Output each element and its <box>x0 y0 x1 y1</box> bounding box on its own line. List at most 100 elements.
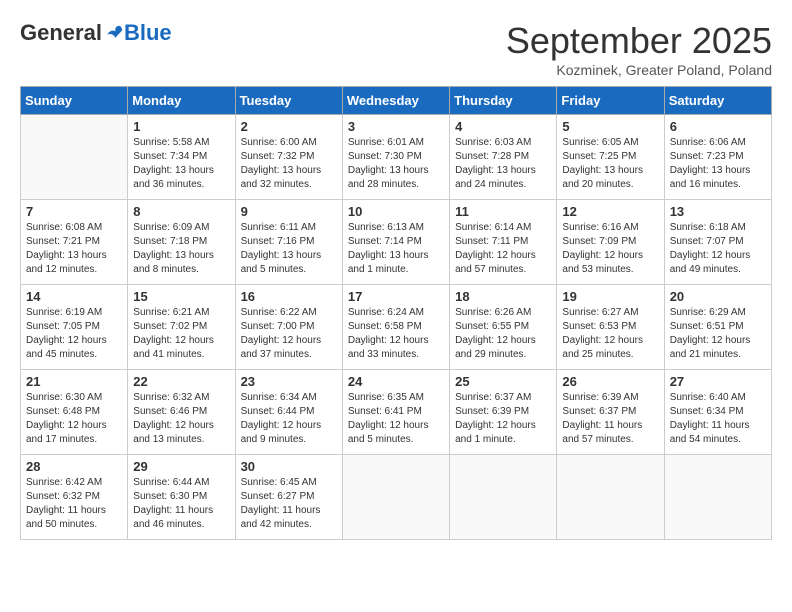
day-number: 1 <box>133 119 229 134</box>
day-number: 16 <box>241 289 337 304</box>
calendar-day-cell: 27 Sunrise: 6:40 AMSunset: 6:34 PMDayligh… <box>664 370 771 455</box>
day-number: 19 <box>562 289 658 304</box>
calendar-day-cell: 17 Sunrise: 6:24 AMSunset: 6:58 PMDayligh… <box>342 285 449 370</box>
calendar-day-cell: 7 Sunrise: 6:08 AMSunset: 7:21 PMDaylight… <box>21 200 128 285</box>
day-info: Sunrise: 6:13 AMSunset: 7:14 PMDaylight:… <box>348 221 444 277</box>
day-info: Sunrise: 6:30 AMSunset: 6:48 PMDaylight:… <box>26 391 122 447</box>
day-info: Sunrise: 6:18 AMSunset: 7:07 PMDaylight:… <box>670 221 766 277</box>
calendar-day-cell: 16Sunrise: 6:22 AMSunset: 7:00 PMDayligh… <box>235 285 342 370</box>
calendar-week-row: 21 Sunrise: 6:30 AMSunset: 6:48 PMDayligh… <box>21 370 772 455</box>
day-number: 21 <box>26 374 122 389</box>
calendar-day-cell: 24 Sunrise: 6:35 AMSunset: 6:41 PMDayligh… <box>342 370 449 455</box>
calendar-day-cell: 14 Sunrise: 6:19 AMSunset: 7:05 PMDayligh… <box>21 285 128 370</box>
day-info: Sunrise: 6:32 AMSunset: 6:46 PMDaylight:… <box>133 391 229 447</box>
calendar-day-cell: 19 Sunrise: 6:27 AMSunset: 6:53 PMDayligh… <box>557 285 664 370</box>
day-info: Sunrise: 6:03 AMSunset: 7:28 PMDaylight:… <box>455 136 551 192</box>
day-of-week-header: Saturday <box>664 87 771 115</box>
day-number: 18 <box>455 289 551 304</box>
calendar-day-cell: 13Sunrise: 6:18 AMSunset: 7:07 PMDayligh… <box>664 200 771 285</box>
day-number: 9 <box>241 204 337 219</box>
calendar-day-cell: 18 Sunrise: 6:26 AMSunset: 6:55 PMDayligh… <box>450 285 557 370</box>
day-of-week-header: Thursday <box>450 87 557 115</box>
day-number: 25 <box>455 374 551 389</box>
day-info: Sunrise: 6:01 AMSunset: 7:30 PMDaylight:… <box>348 136 444 192</box>
day-of-week-header: Friday <box>557 87 664 115</box>
calendar-header-row: SundayMondayTuesdayWednesdayThursdayFrid… <box>21 87 772 115</box>
calendar-day-cell: 22 Sunrise: 6:32 AMSunset: 6:46 PMDayligh… <box>128 370 235 455</box>
day-info: Sunrise: 5:58 AMSunset: 7:34 PMDaylight:… <box>133 136 229 192</box>
day-number: 22 <box>133 374 229 389</box>
calendar-day-cell: 30 Sunrise: 6:45 AMSunset: 6:27 PMDayligh… <box>235 455 342 540</box>
logo: General Blue <box>20 20 172 46</box>
calendar-day-cell: 29 Sunrise: 6:44 AMSunset: 6:30 PMDayligh… <box>128 455 235 540</box>
day-number: 26 <box>562 374 658 389</box>
calendar-day-cell: 11Sunrise: 6:14 AMSunset: 7:11 PMDayligh… <box>450 200 557 285</box>
calendar-day-cell: 3 Sunrise: 6:01 AMSunset: 7:30 PMDaylight… <box>342 115 449 200</box>
month-title: September 2025 <box>506 20 772 62</box>
day-info: Sunrise: 6:19 AMSunset: 7:05 PMDaylight:… <box>26 306 122 362</box>
calendar-day-cell <box>450 455 557 540</box>
day-number: 2 <box>241 119 337 134</box>
day-info: Sunrise: 6:45 AMSunset: 6:27 PMDaylight:… <box>241 476 337 532</box>
day-number: 7 <box>26 204 122 219</box>
calendar-day-cell: 20Sunrise: 6:29 AMSunset: 6:51 PMDayligh… <box>664 285 771 370</box>
calendar-table: SundayMondayTuesdayWednesdayThursdayFrid… <box>20 86 772 540</box>
calendar-day-cell: 1 Sunrise: 5:58 AMSunset: 7:34 PMDaylight… <box>128 115 235 200</box>
calendar-week-row: 14 Sunrise: 6:19 AMSunset: 7:05 PMDayligh… <box>21 285 772 370</box>
day-number: 29 <box>133 459 229 474</box>
calendar-day-cell: 12 Sunrise: 6:16 AMSunset: 7:09 PMDayligh… <box>557 200 664 285</box>
calendar-day-cell: 28 Sunrise: 6:42 AMSunset: 6:32 PMDayligh… <box>21 455 128 540</box>
day-info: Sunrise: 6:00 AMSunset: 7:32 PMDaylight:… <box>241 136 337 192</box>
day-info: Sunrise: 6:40 AMSunset: 6:34 PMDaylight:… <box>670 391 766 447</box>
day-info: Sunrise: 6:34 AMSunset: 6:44 PMDaylight:… <box>241 391 337 447</box>
day-number: 20 <box>670 289 766 304</box>
logo-blue-text: Blue <box>124 20 172 46</box>
calendar-day-cell: 23Sunrise: 6:34 AMSunset: 6:44 PMDayligh… <box>235 370 342 455</box>
calendar-day-cell <box>342 455 449 540</box>
day-info: Sunrise: 6:24 AMSunset: 6:58 PMDaylight:… <box>348 306 444 362</box>
calendar-day-cell <box>664 455 771 540</box>
day-of-week-header: Sunday <box>21 87 128 115</box>
day-info: Sunrise: 6:21 AMSunset: 7:02 PMDaylight:… <box>133 306 229 362</box>
day-number: 14 <box>26 289 122 304</box>
page-header: General Blue September 2025 Kozminek, Gr… <box>20 20 772 78</box>
day-info: Sunrise: 6:35 AMSunset: 6:41 PMDaylight:… <box>348 391 444 447</box>
day-of-week-header: Monday <box>128 87 235 115</box>
day-number: 3 <box>348 119 444 134</box>
calendar-day-cell: 25Sunrise: 6:37 AMSunset: 6:39 PMDayligh… <box>450 370 557 455</box>
location-subtitle: Kozminek, Greater Poland, Poland <box>506 62 772 78</box>
day-number: 24 <box>348 374 444 389</box>
day-number: 28 <box>26 459 122 474</box>
day-info: Sunrise: 6:44 AMSunset: 6:30 PMDaylight:… <box>133 476 229 532</box>
day-number: 27 <box>670 374 766 389</box>
day-number: 30 <box>241 459 337 474</box>
calendar-day-cell: 5 Sunrise: 6:05 AMSunset: 7:25 PMDaylight… <box>557 115 664 200</box>
day-number: 10 <box>348 204 444 219</box>
day-info: Sunrise: 6:42 AMSunset: 6:32 PMDaylight:… <box>26 476 122 532</box>
day-info: Sunrise: 6:26 AMSunset: 6:55 PMDaylight:… <box>455 306 551 362</box>
day-info: Sunrise: 6:11 AMSunset: 7:16 PMDaylight:… <box>241 221 337 277</box>
calendar-day-cell: 4 Sunrise: 6:03 AMSunset: 7:28 PMDaylight… <box>450 115 557 200</box>
day-number: 17 <box>348 289 444 304</box>
day-info: Sunrise: 6:09 AMSunset: 7:18 PMDaylight:… <box>133 221 229 277</box>
day-number: 6 <box>670 119 766 134</box>
day-number: 4 <box>455 119 551 134</box>
day-number: 8 <box>133 204 229 219</box>
day-number: 12 <box>562 204 658 219</box>
day-number: 5 <box>562 119 658 134</box>
day-number: 15 <box>133 289 229 304</box>
calendar-day-cell: 9 Sunrise: 6:11 AMSunset: 7:16 PMDaylight… <box>235 200 342 285</box>
day-info: Sunrise: 6:16 AMSunset: 7:09 PMDaylight:… <box>562 221 658 277</box>
day-info: Sunrise: 6:27 AMSunset: 6:53 PMDaylight:… <box>562 306 658 362</box>
calendar-day-cell: 15 Sunrise: 6:21 AMSunset: 7:02 PMDayligh… <box>128 285 235 370</box>
day-info: Sunrise: 6:08 AMSunset: 7:21 PMDaylight:… <box>26 221 122 277</box>
calendar-day-cell: 6Sunrise: 6:06 AMSunset: 7:23 PMDaylight… <box>664 115 771 200</box>
day-of-week-header: Tuesday <box>235 87 342 115</box>
calendar-day-cell: 10 Sunrise: 6:13 AMSunset: 7:14 PMDayligh… <box>342 200 449 285</box>
calendar-day-cell: 26 Sunrise: 6:39 AMSunset: 6:37 PMDayligh… <box>557 370 664 455</box>
day-info: Sunrise: 6:39 AMSunset: 6:37 PMDaylight:… <box>562 391 658 447</box>
calendar-week-row: 28 Sunrise: 6:42 AMSunset: 6:32 PMDayligh… <box>21 455 772 540</box>
title-area: September 2025 Kozminek, Greater Poland,… <box>506 20 772 78</box>
day-info: Sunrise: 6:05 AMSunset: 7:25 PMDaylight:… <box>562 136 658 192</box>
calendar-week-row: 7 Sunrise: 6:08 AMSunset: 7:21 PMDaylight… <box>21 200 772 285</box>
